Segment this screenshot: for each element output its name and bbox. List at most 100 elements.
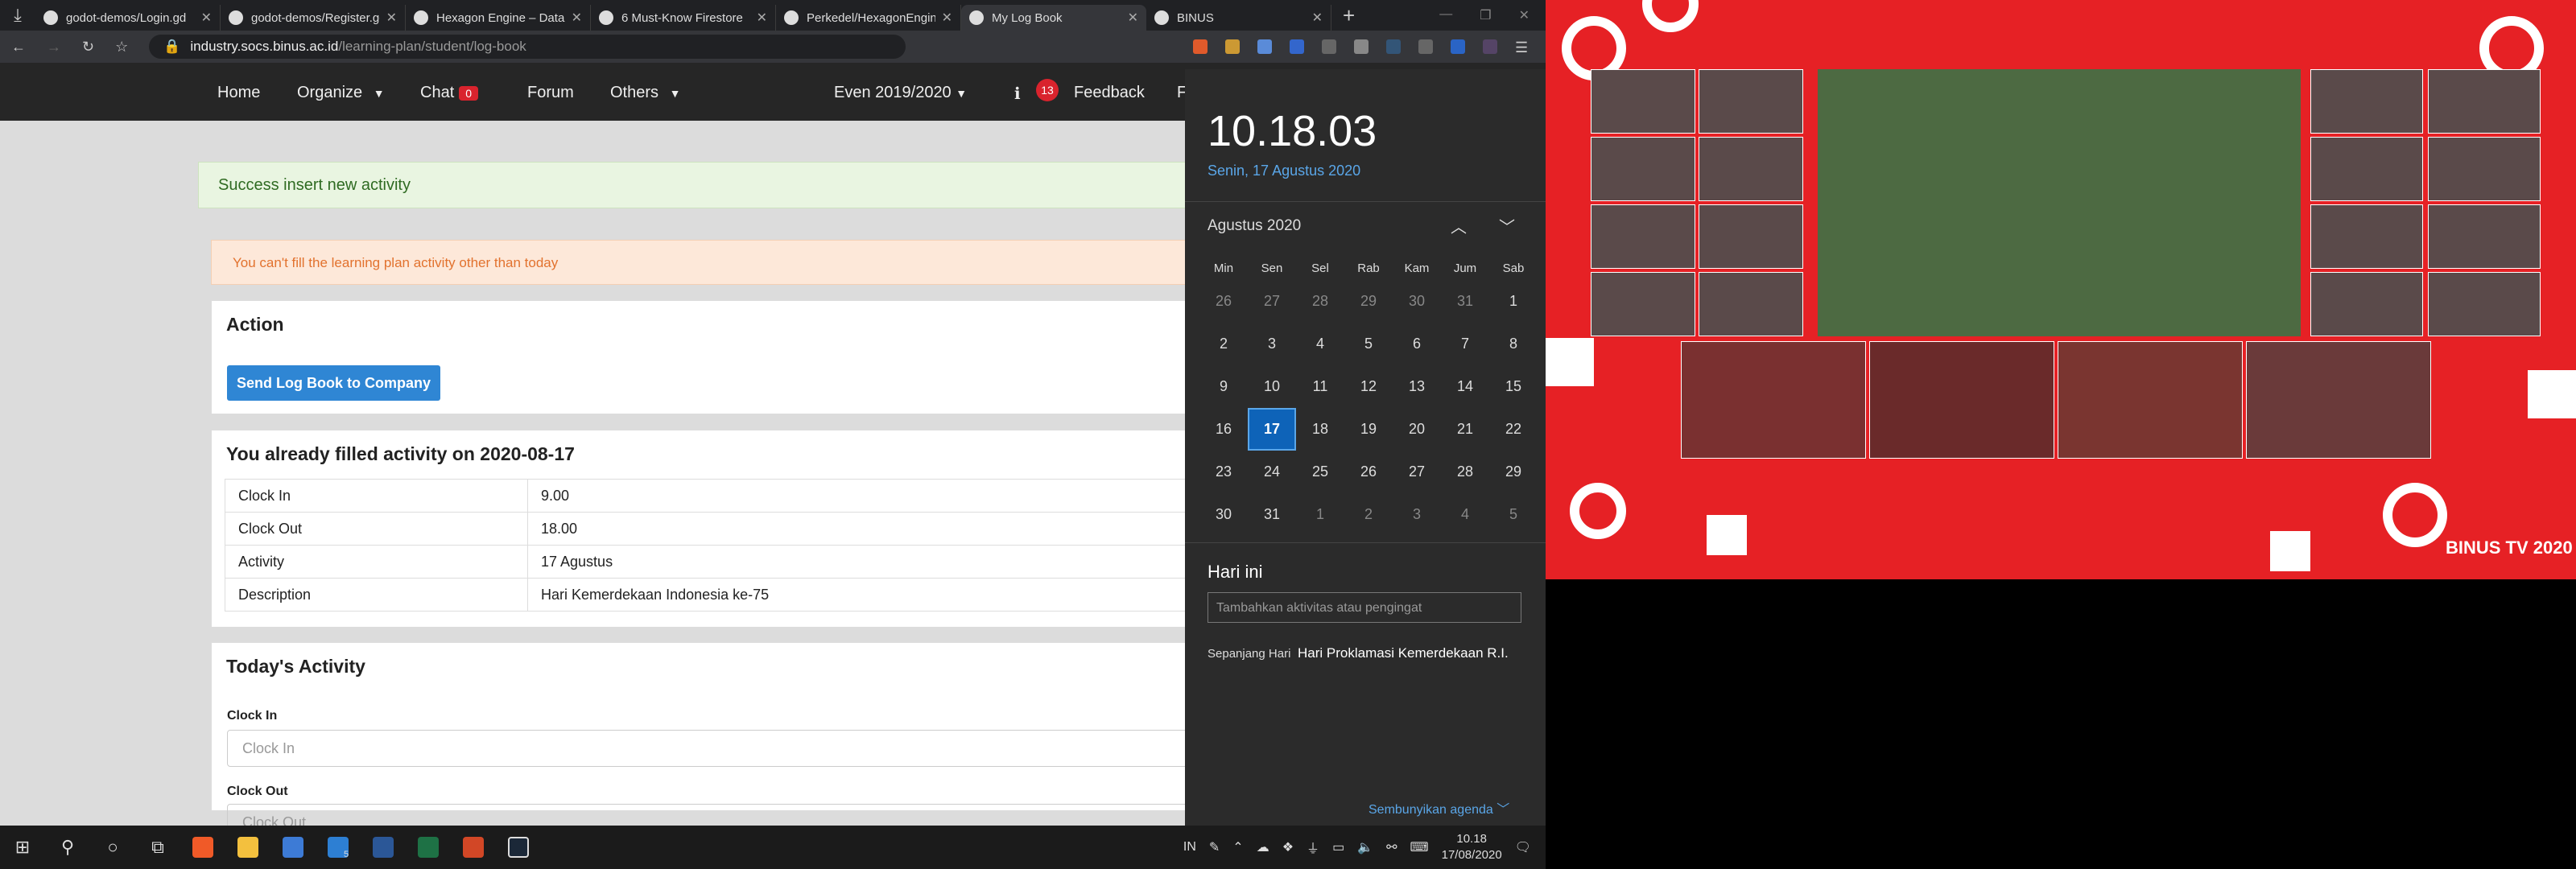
calendar-day[interactable]: 23 — [1199, 451, 1248, 493]
calendar-day[interactable]: 19 — [1344, 408, 1393, 451]
calendar-day[interactable]: 3 — [1248, 323, 1296, 365]
extension-icon[interactable] — [1257, 39, 1272, 54]
calendar-day[interactable]: 13 — [1393, 365, 1441, 408]
extension-icon[interactable] — [1290, 39, 1304, 54]
notification-center-icon[interactable]: 🗨 — [1515, 839, 1531, 855]
browser-tab[interactable]: godot-demos/Register.gd ✕ — [221, 5, 406, 31]
pen-icon[interactable]: ✎ — [1209, 839, 1220, 855]
search-icon[interactable]: ⚲ — [45, 826, 90, 869]
calendar-day[interactable]: 27 — [1248, 280, 1296, 323]
dropbox-icon[interactable]: ❖ — [1282, 839, 1294, 855]
extension-icon[interactable] — [1354, 39, 1368, 54]
calendar-day[interactable]: 16 — [1199, 408, 1248, 451]
forward-icon[interactable]: → — [47, 39, 61, 56]
mail-icon[interactable]: 5 — [316, 826, 361, 869]
agenda-input[interactable]: Tambahkan aktivitas atau pengingat — [1208, 592, 1521, 623]
taskbar-clock[interactable]: 10.18 17/08/2020 — [1442, 831, 1502, 863]
keyboard-icon[interactable]: ⌨ — [1410, 839, 1429, 855]
bookmark-icon[interactable]: ☆ — [115, 39, 128, 56]
calendar-day[interactable]: 5 — [1489, 493, 1538, 536]
chevron-up-icon[interactable]: ︿ — [1451, 214, 1467, 237]
download-icon[interactable]: ⤓ — [0, 0, 35, 31]
browser-tab[interactable]: My Log Book ✕ — [961, 5, 1146, 31]
network-icon[interactable]: ▭ — [1332, 839, 1344, 855]
nav-feedback[interactable]: Feedback — [1074, 84, 1145, 102]
new-tab-button[interactable]: + — [1343, 3, 1355, 28]
calendar-day[interactable]: 4 — [1441, 493, 1489, 536]
extension-icon[interactable] — [1418, 39, 1433, 54]
browser-tab[interactable]: 6 Must-Know Firestore ✕ — [591, 5, 776, 31]
start-icon[interactable]: ⊞ — [0, 826, 45, 869]
brave-icon[interactable] — [180, 826, 225, 869]
calendar-day[interactable]: 30 — [1199, 493, 1248, 536]
menu-icon[interactable]: ☰ — [1515, 39, 1530, 56]
triangle-icon[interactable] — [1225, 39, 1240, 54]
calendar-day[interactable]: 8 — [1489, 323, 1538, 365]
chevron-down-icon[interactable]: ﹀ — [1499, 214, 1515, 237]
cortana-icon[interactable]: ○ — [90, 826, 135, 869]
calendar-day[interactable]: 27 — [1393, 451, 1441, 493]
calendar-day[interactable]: 12 — [1344, 365, 1393, 408]
browser-tab[interactable]: Perkedel/HexagonEngine ✕ — [776, 5, 961, 31]
calendar-day[interactable]: 26 — [1344, 451, 1393, 493]
calendar-day[interactable]: 9 — [1199, 365, 1248, 408]
language-indicator[interactable]: IN — [1183, 840, 1196, 855]
extension-icon[interactable] — [1386, 39, 1401, 54]
calendar-day[interactable]: 11 — [1296, 365, 1344, 408]
semester-select[interactable]: Even 2019/2020 ▼ — [834, 84, 967, 102]
close-tab-icon[interactable]: ✕ — [757, 10, 767, 26]
browser-tab[interactable]: godot-demos/Login.gd ✕ — [35, 5, 221, 31]
calendar-day[interactable]: 22 — [1489, 408, 1538, 451]
maximize-button[interactable]: ❐ — [1480, 7, 1491, 23]
nav-organize[interactable]: Organize ▼ — [297, 84, 385, 102]
calendar-day[interactable]: 31 — [1441, 280, 1489, 323]
clock-date[interactable]: Senin, 17 Agustus 2020 — [1208, 163, 1360, 179]
extension-icon[interactable] — [1451, 39, 1465, 54]
calendar-day[interactable]: 21 — [1441, 408, 1489, 451]
calendar-day[interactable]: 26 — [1199, 280, 1248, 323]
url-field[interactable]: 🔒 industry.socs.binus.ac.id/learning-pla… — [149, 35, 906, 59]
close-tab-icon[interactable]: ✕ — [1312, 10, 1323, 26]
calendar-day[interactable]: 7 — [1441, 323, 1489, 365]
close-tab-icon[interactable]: ✕ — [201, 10, 212, 26]
calendar-day[interactable]: 25 — [1296, 451, 1344, 493]
volume-icon[interactable]: 🔈 — [1357, 839, 1373, 855]
shield-icon[interactable] — [1193, 39, 1208, 54]
calendar-day[interactable]: 10 — [1248, 365, 1296, 408]
nav-forum[interactable]: Forum — [527, 84, 574, 102]
nav-home[interactable]: Home — [217, 84, 260, 102]
close-tab-icon[interactable]: ✕ — [386, 10, 397, 26]
extension-icon[interactable] — [1483, 39, 1497, 54]
calendar-day[interactable]: 31 — [1248, 493, 1296, 536]
close-tab-icon[interactable]: ✕ — [572, 10, 582, 26]
steam-icon[interactable] — [496, 826, 541, 869]
event-title[interactable]: Hari Proklamasi Kemerdekaan R.I. — [1298, 645, 1509, 661]
calendar-day[interactable]: 2 — [1344, 493, 1393, 536]
calendar-day[interactable]: 17 — [1248, 408, 1296, 451]
info-icon[interactable]: ℹ — [1014, 84, 1021, 104]
browser-tab[interactable]: Hexagon Engine – Datab ✕ — [406, 5, 591, 31]
calendar-day[interactable]: 6 — [1393, 323, 1441, 365]
calendar-day[interactable]: 2 — [1199, 323, 1248, 365]
usb-icon[interactable]: ⏚ — [1307, 838, 1319, 857]
close-button[interactable]: ✕ — [1519, 7, 1530, 23]
send-logbook-button[interactable]: Send Log Book to Company — [227, 365, 440, 401]
calendar-day[interactable]: 3 — [1393, 493, 1441, 536]
hide-agenda-link[interactable]: Sembunyikan agenda ﹀ — [1368, 798, 1509, 818]
calendar-day[interactable]: 5 — [1344, 323, 1393, 365]
word-icon[interactable] — [361, 826, 406, 869]
calendar-month[interactable]: Agustus 2020 — [1208, 217, 1301, 235]
calendar-day[interactable]: 30 — [1393, 280, 1441, 323]
nav-chat[interactable]: Chat 0 — [420, 84, 479, 102]
calendar-day[interactable]: 28 — [1441, 451, 1489, 493]
calendar-day[interactable]: 1 — [1489, 280, 1538, 323]
store-icon[interactable] — [270, 826, 316, 869]
notification-badge[interactable]: 13 — [1036, 79, 1059, 101]
close-tab-icon[interactable]: ✕ — [1128, 10, 1138, 26]
chevron-up-icon[interactable]: ⌃ — [1232, 839, 1243, 855]
calendar-day[interactable]: 20 — [1393, 408, 1441, 451]
nav-others[interactable]: Others ▼ — [610, 84, 680, 102]
calendar-day[interactable]: 15 — [1489, 365, 1538, 408]
calendar-day[interactable]: 4 — [1296, 323, 1344, 365]
back-icon[interactable]: ← — [11, 39, 26, 56]
